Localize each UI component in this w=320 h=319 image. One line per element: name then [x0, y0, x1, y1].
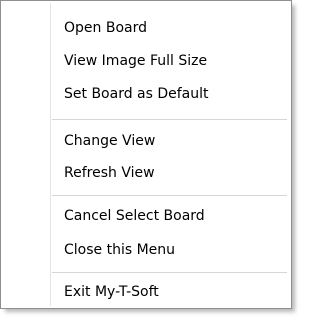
menu-item-refresh-view[interactable]: Refresh View [3, 158, 289, 188]
menu-item-open-board[interactable]: Open Board [3, 13, 289, 43]
menu-item-exit-my-t-soft[interactable]: Exit My-T-Soft [3, 279, 289, 305]
menu-separator [52, 272, 287, 273]
menu-item-change-view[interactable]: Change View [3, 126, 289, 156]
menu-separator [52, 119, 287, 120]
menu-item-cancel-select-board[interactable]: Cancel Select Board [3, 201, 289, 231]
menu-item-view-image-full-size[interactable]: View Image Full Size [3, 46, 289, 76]
menu-item-set-board-as-default[interactable]: Set Board as Default [3, 79, 289, 109]
context-menu: Open Board View Image Full Size Set Boar… [0, 0, 292, 309]
menu-separator [52, 195, 287, 196]
menu-item-close-this-menu[interactable]: Close this Menu [3, 235, 289, 265]
